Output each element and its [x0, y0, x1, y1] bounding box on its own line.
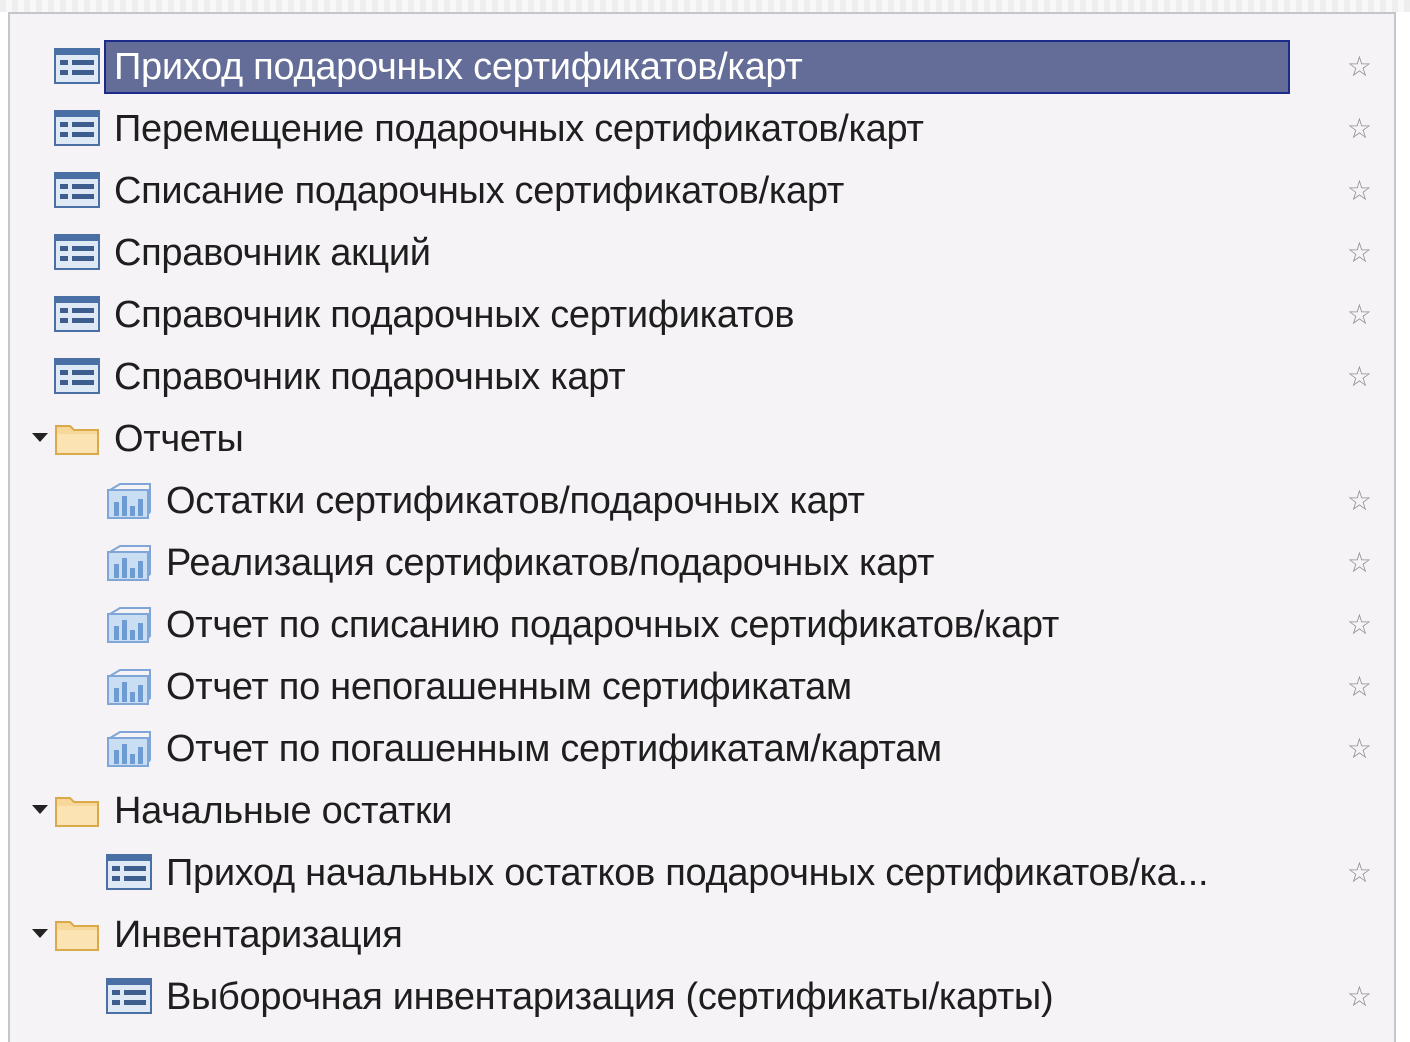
folder-icon: [54, 916, 100, 957]
tree-item-redeemed-report[interactable]: Отчет по погашенным сертификатам/картам …: [10, 718, 1394, 780]
tree-item-cert-balances-report[interactable]: Остатки сертификатов/подарочных карт ☆: [10, 470, 1394, 532]
document-list-icon: [54, 234, 100, 275]
document-list-icon: [54, 172, 100, 213]
tree-folder-label: Инвентаризация: [114, 914, 403, 956]
document-list-icon: [106, 978, 152, 1019]
favorite-star-icon[interactable]: ☆: [1347, 608, 1372, 642]
tree-item-label: Приход подарочных сертификатов/карт: [104, 40, 1290, 94]
favorite-star-icon[interactable]: ☆: [1347, 174, 1372, 208]
navigation-tree-panel: Приход подарочных сертификатов/карт ☆ Пе…: [8, 12, 1396, 1042]
report-icon: [106, 668, 152, 711]
favorite-star-icon[interactable]: ☆: [1347, 112, 1372, 146]
favorite-star-icon[interactable]: ☆: [1347, 360, 1372, 394]
tree-folder-label: Отчеты: [114, 418, 244, 460]
expand-arrow-icon[interactable]: [32, 433, 48, 442]
favorite-star-icon[interactable]: ☆: [1347, 856, 1372, 890]
tree-item-label: Реализация сертификатов/подарочных карт: [166, 542, 935, 584]
favorite-star-icon[interactable]: ☆: [1347, 298, 1372, 332]
tree-item-label: Выборочная инвентаризация (сертификаты/к…: [166, 976, 1054, 1018]
report-icon: [106, 606, 152, 649]
tree-item-gift-cert-transfer[interactable]: Перемещение подарочных сертификатов/карт…: [10, 98, 1394, 160]
tree-item-opening-balance-receipt[interactable]: Приход начальных остатков подарочных сер…: [10, 842, 1394, 904]
folder-icon: [54, 792, 100, 833]
document-list-icon: [54, 358, 100, 399]
report-icon: [106, 730, 152, 773]
tree-item-label: Отчет по непогашенным сертификатам: [166, 666, 852, 708]
favorite-star-icon[interactable]: ☆: [1347, 732, 1372, 766]
tree-item-label: Справочник акций: [114, 232, 431, 274]
favorite-star-icon[interactable]: ☆: [1347, 670, 1372, 704]
report-icon: [106, 482, 152, 525]
tree-item-unredeemed-report[interactable]: Отчет по непогашенным сертификатам ☆: [10, 656, 1394, 718]
tree-item-label: Отчет по погашенным сертификатам/картам: [166, 728, 942, 770]
tree-folder-reports[interactable]: Отчеты: [10, 408, 1394, 470]
tree-item-label: Справочник подарочных сертификатов: [114, 294, 795, 336]
tree-item-label: Справочник подарочных карт: [114, 356, 626, 398]
document-list-icon: [54, 296, 100, 337]
tree-item-gift-cert-directory[interactable]: Справочник подарочных сертификатов ☆: [10, 284, 1394, 346]
tree-item-gift-cert-writeoff[interactable]: Списание подарочных сертификатов/карт ☆: [10, 160, 1394, 222]
expand-arrow-icon[interactable]: [32, 805, 48, 814]
tree-item-cert-sales-report[interactable]: Реализация сертификатов/подарочных карт …: [10, 532, 1394, 594]
tree-item-selective-inventory[interactable]: Выборочная инвентаризация (сертификаты/к…: [10, 966, 1394, 1028]
document-list-icon: [54, 110, 100, 151]
favorite-star-icon[interactable]: ☆: [1347, 980, 1372, 1014]
tree-folder-opening-balances[interactable]: Начальные остатки: [10, 780, 1394, 842]
tree-item-label: Перемещение подарочных сертификатов/карт: [114, 108, 924, 150]
tree-item-writeoff-report[interactable]: Отчет по списанию подарочных сертификато…: [10, 594, 1394, 656]
tree-item-gift-cert-receipt[interactable]: Приход подарочных сертификатов/карт ☆: [10, 36, 1394, 98]
favorite-star-icon[interactable]: ☆: [1347, 50, 1372, 84]
favorite-star-icon[interactable]: ☆: [1347, 484, 1372, 518]
expand-arrow-icon[interactable]: [32, 929, 48, 938]
tree-folder-label: Начальные остатки: [114, 790, 453, 832]
tree-item-label: Приход начальных остатков подарочных сер…: [166, 852, 1209, 894]
favorite-star-icon[interactable]: ☆: [1347, 546, 1372, 580]
tree-item-label: Отчет по списанию подарочных сертификато…: [166, 604, 1060, 646]
tree-item-label: Остатки сертификатов/подарочных карт: [166, 480, 865, 522]
tree-item-label: Списание подарочных сертификатов/карт: [114, 170, 844, 212]
document-list-icon: [106, 854, 152, 895]
document-list-icon: [54, 48, 100, 89]
top-edge-strip: [0, 0, 1410, 12]
folder-icon: [54, 420, 100, 461]
tree-item-promotions-directory[interactable]: Справочник акций ☆: [10, 222, 1394, 284]
tree-folder-inventory[interactable]: Инвентаризация: [10, 904, 1394, 966]
tree-item-gift-card-directory[interactable]: Справочник подарочных карт ☆: [10, 346, 1394, 408]
favorite-star-icon[interactable]: ☆: [1347, 236, 1372, 270]
report-icon: [106, 544, 152, 587]
